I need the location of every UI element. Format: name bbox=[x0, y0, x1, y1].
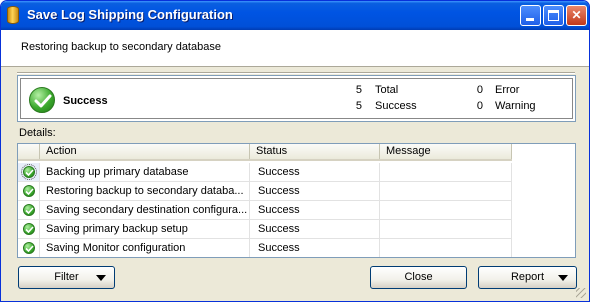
row-icon-cell bbox=[18, 239, 40, 257]
error-label: Error bbox=[495, 84, 520, 96]
row-action: Saving primary backup setup bbox=[40, 220, 250, 238]
success-count: 5 bbox=[355, 100, 362, 112]
row-action: Saving secondary destination configura..… bbox=[40, 201, 250, 219]
summary-panel: Success 5 Total 5 Success 0 Error 0 Warn… bbox=[17, 75, 576, 122]
close-button[interactable]: Close bbox=[370, 266, 467, 289]
grid-header: Action Status Message bbox=[18, 144, 512, 161]
success-check-icon bbox=[29, 87, 55, 113]
row-action: Restoring backup to secondary databa... bbox=[40, 182, 250, 200]
row-status: Success bbox=[250, 239, 380, 257]
maximize-button[interactable] bbox=[543, 5, 564, 26]
table-row[interactable]: Saving Monitor configuration Success bbox=[18, 239, 512, 257]
dropdown-arrow-icon bbox=[558, 275, 568, 281]
details-grid[interactable]: Action Status Message Backing up primary… bbox=[17, 143, 576, 258]
report-button[interactable]: Report bbox=[478, 266, 577, 289]
window-title: Save Log Shipping Configuration bbox=[27, 7, 233, 22]
column-header-status[interactable]: Status bbox=[250, 144, 380, 159]
header-separator bbox=[17, 72, 575, 74]
header-icon-column bbox=[18, 144, 40, 159]
dialog-window: Save Log Shipping Configuration ✕ Restor… bbox=[0, 0, 590, 302]
total-label: Total bbox=[375, 84, 399, 96]
maximize-icon bbox=[548, 10, 559, 21]
column-header-action[interactable]: Action bbox=[40, 144, 250, 159]
total-count: 5 bbox=[355, 84, 362, 96]
warning-count: 0 bbox=[476, 100, 483, 112]
column-header-message[interactable]: Message bbox=[380, 144, 512, 159]
summary-frame: Success 5 Total 5 Success 0 Error 0 Warn… bbox=[20, 78, 573, 119]
row-status: Success bbox=[250, 201, 380, 219]
success-label: Success bbox=[375, 100, 417, 112]
error-count: 0 bbox=[476, 84, 483, 96]
minimize-icon bbox=[526, 18, 534, 21]
row-action: Saving Monitor configuration bbox=[40, 239, 250, 257]
row-message bbox=[380, 182, 512, 200]
title-bar[interactable]: Save Log Shipping Configuration ✕ bbox=[1, 1, 589, 30]
table-row[interactable]: Saving secondary destination configura..… bbox=[18, 201, 512, 220]
row-icon-cell bbox=[18, 220, 40, 238]
row-message bbox=[380, 239, 512, 257]
summary-status: Success bbox=[63, 95, 108, 107]
resize-grip[interactable] bbox=[576, 288, 586, 298]
row-message bbox=[380, 220, 512, 238]
filter-button[interactable]: Filter bbox=[18, 266, 115, 289]
header-text: Restoring backup to secondary database bbox=[21, 41, 221, 53]
dialog-header: Restoring backup to secondary database bbox=[1, 30, 589, 67]
close-icon: ✕ bbox=[571, 8, 582, 22]
success-check-icon bbox=[23, 242, 35, 254]
row-icon-cell bbox=[18, 182, 40, 200]
row-status: Success bbox=[250, 182, 380, 200]
close-button-label: Close bbox=[404, 271, 433, 283]
row-status: Success bbox=[250, 163, 380, 181]
success-check-icon bbox=[23, 204, 35, 216]
row-status: Success bbox=[250, 220, 380, 238]
row-icon-cell bbox=[18, 163, 40, 181]
table-row[interactable]: Backing up primary database Success bbox=[18, 163, 512, 182]
row-message bbox=[380, 163, 512, 181]
success-check-icon bbox=[23, 223, 35, 235]
success-check-icon bbox=[21, 164, 37, 180]
minimize-button[interactable] bbox=[520, 5, 541, 26]
success-check-icon bbox=[23, 185, 35, 197]
dropdown-arrow-icon bbox=[96, 275, 106, 281]
warning-label: Warning bbox=[495, 100, 536, 112]
row-icon-cell bbox=[18, 201, 40, 219]
row-action: Backing up primary database bbox=[40, 163, 250, 181]
table-row[interactable]: Saving primary backup setup Success bbox=[18, 220, 512, 239]
table-row[interactable]: Restoring backup to secondary databa... … bbox=[18, 182, 512, 201]
database-cylinder-icon bbox=[7, 6, 19, 24]
row-message bbox=[380, 201, 512, 219]
details-label: Details: bbox=[19, 127, 56, 139]
close-window-button[interactable]: ✕ bbox=[566, 5, 587, 26]
